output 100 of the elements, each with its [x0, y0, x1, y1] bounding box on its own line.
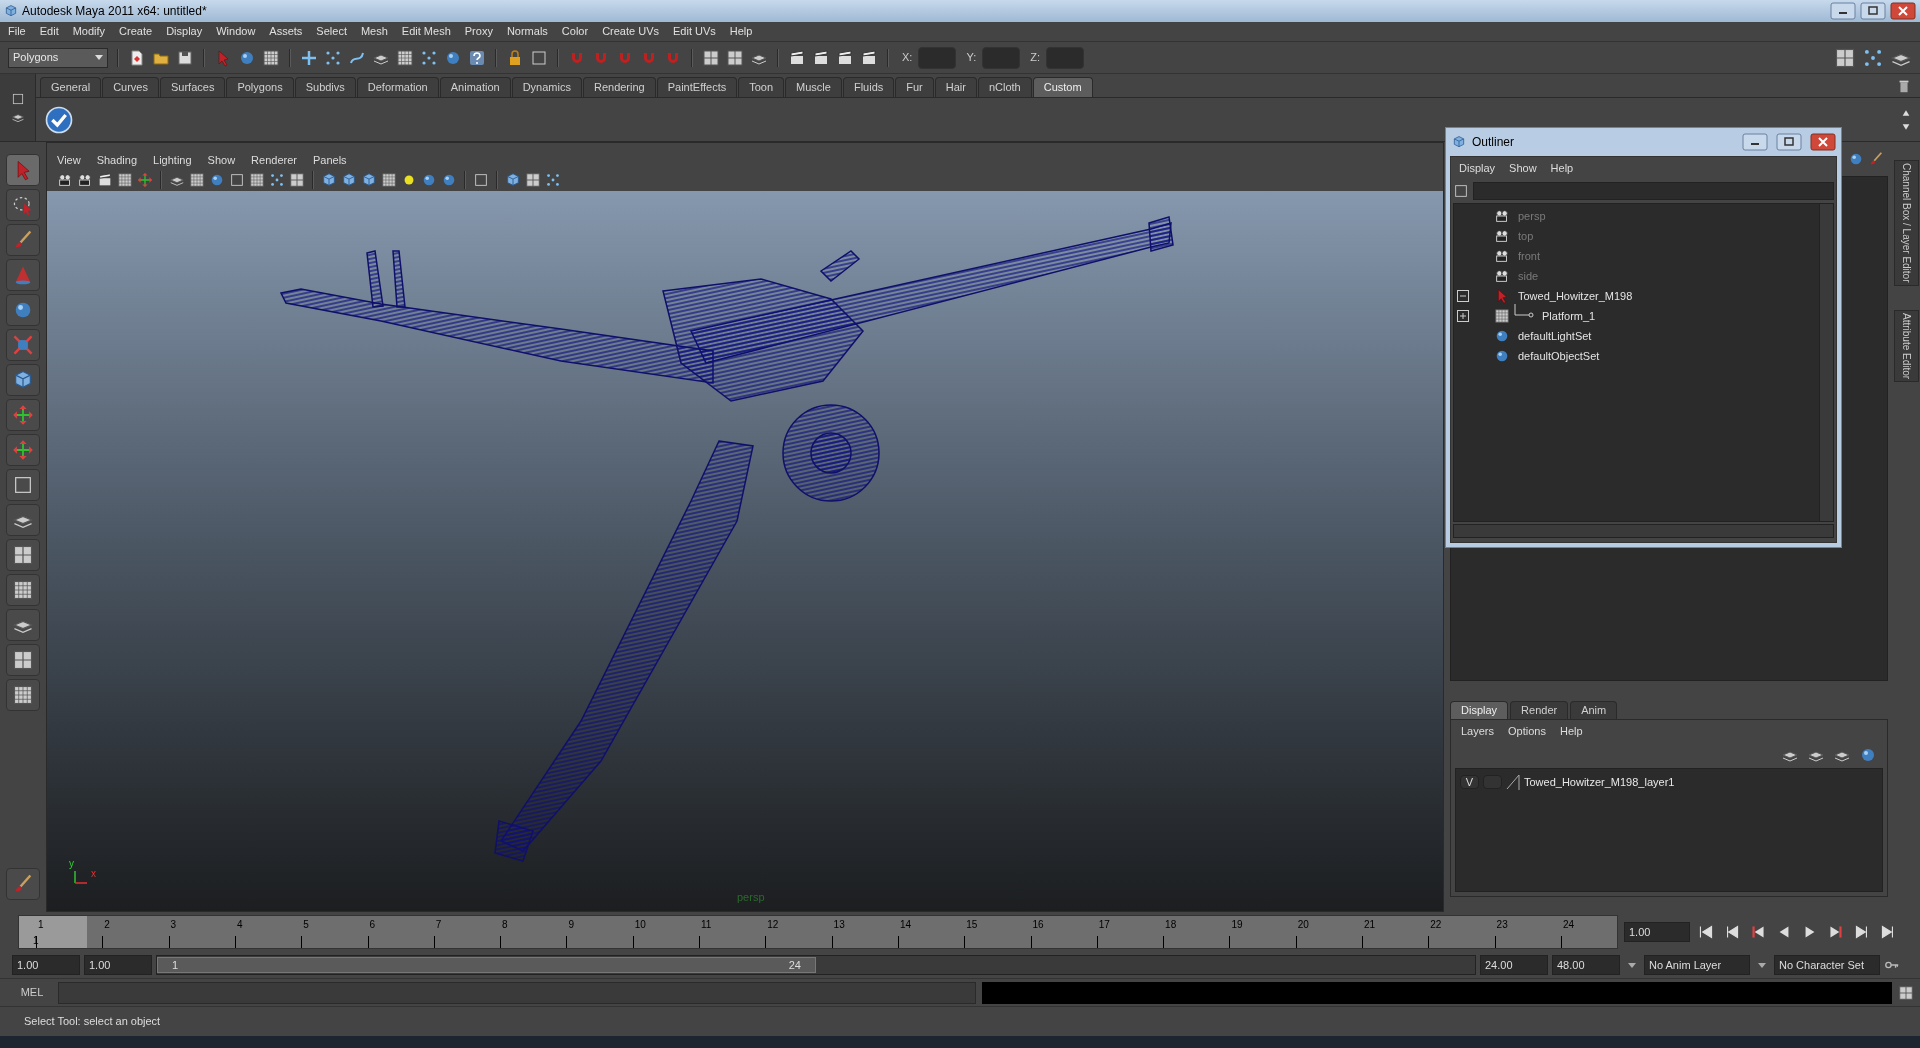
- grid-icon[interactable]: [381, 172, 397, 188]
- camera-icon[interactable]: [57, 172, 73, 188]
- minimize-icon[interactable]: [1741, 133, 1769, 151]
- panel-menu-item[interactable]: Shading: [96, 151, 138, 169]
- shelf-tab[interactable]: PaintEffects: [656, 77, 738, 97]
- menu-item[interactable]: File: [8, 23, 26, 40]
- shelf-tab[interactable]: Muscle: [785, 77, 842, 97]
- shelf-tab[interactable]: Subdivs: [294, 77, 356, 97]
- end-time-field[interactable]: 48.00: [1552, 955, 1620, 975]
- coordinate-field[interactable]: [1046, 46, 1084, 69]
- cube-icon[interactable]: [341, 172, 357, 188]
- tool-button[interactable]: [6, 399, 40, 431]
- menu-item[interactable]: Display: [166, 23, 203, 40]
- cube-icon[interactable]: [361, 172, 377, 188]
- panes-icon[interactable]: [525, 172, 541, 188]
- horizontal-scrollbar[interactable]: [1453, 524, 1834, 538]
- move-icon[interactable]: [137, 172, 153, 188]
- menu-item[interactable]: Color: [561, 23, 589, 40]
- dropdown-arrow-icon[interactable]: [1628, 962, 1636, 968]
- filter-field[interactable]: [1473, 182, 1834, 200]
- 3d-viewport[interactable]: y x persp: [47, 191, 1443, 911]
- shelf-tab[interactable]: Fluids: [842, 77, 895, 97]
- clapboard-icon[interactable]: [836, 48, 854, 67]
- panes-icon[interactable]: [289, 172, 305, 188]
- cube-icon[interactable]: [505, 172, 521, 188]
- grid-icon[interactable]: [189, 172, 205, 188]
- menu-item[interactable]: Create UVs: [602, 23, 659, 40]
- menu-item[interactable]: Help: [729, 23, 753, 40]
- shelf-tab[interactable]: Animation: [439, 77, 511, 97]
- menu-item[interactable]: Select: [316, 23, 347, 40]
- four-panes-icon[interactable]: [12, 544, 34, 566]
- empty-tool-slot[interactable]: [12, 474, 34, 496]
- dropdown-arrow-icon[interactable]: [1758, 962, 1766, 968]
- character-set-dropdown[interactable]: No Character Set: [1774, 955, 1880, 975]
- shelf-handle[interactable]: [0, 74, 36, 141]
- command-input-field[interactable]: [58, 981, 976, 1004]
- playback-start-field[interactable]: 1.00: [84, 955, 152, 975]
- camera-icon[interactable]: [1494, 208, 1510, 224]
- panes-icon[interactable]: [12, 649, 34, 671]
- grid-icon[interactable]: [117, 172, 133, 188]
- close-icon[interactable]: [1890, 2, 1916, 20]
- side-tab[interactable]: Attribute Editor: [1893, 309, 1919, 382]
- tool-button[interactable]: [6, 609, 40, 641]
- camera-icon[interactable]: [1494, 228, 1510, 244]
- menu-item[interactable]: Edit Mesh: [401, 23, 451, 40]
- maximize-icon[interactable]: [1775, 133, 1803, 151]
- panel-menu-item[interactable]: View: [57, 151, 81, 169]
- camera-icon[interactable]: [1494, 248, 1510, 264]
- shelf-tab[interactable]: Fur: [895, 77, 934, 97]
- panel-menu-item[interactable]: Renderer: [251, 151, 297, 169]
- layer-editor-tab[interactable]: Anim: [1570, 701, 1618, 719]
- layer-editor-tab[interactable]: Render: [1510, 701, 1569, 719]
- tool-button[interactable]: [6, 434, 40, 466]
- menu-item[interactable]: Display: [1459, 159, 1496, 177]
- vertical-scrollbar[interactable]: [1819, 204, 1833, 521]
- sphere-icon[interactable]: [421, 172, 437, 188]
- panes-icon[interactable]: [12, 684, 34, 706]
- shelf-tab[interactable]: Curves: [102, 77, 159, 97]
- new-scene-icon[interactable]: [128, 48, 146, 67]
- coordinate-field[interactable]: [982, 46, 1021, 69]
- shelf-tab[interactable]: Custom: [1032, 77, 1093, 97]
- select-box-icon[interactable]: [530, 48, 548, 67]
- clapboard-icon[interactable]: [860, 48, 878, 67]
- menu-item[interactable]: Window: [216, 23, 256, 40]
- camera-icon[interactable]: [1494, 268, 1510, 284]
- tool-button[interactable]: [6, 539, 40, 571]
- outliner-item[interactable]: defaultObjectSet: [1518, 347, 1600, 365]
- tool-button[interactable]: [6, 469, 40, 501]
- menu-item[interactable]: Assets: [269, 23, 303, 40]
- menu-item[interactable]: Edit: [39, 23, 59, 40]
- cube-icon[interactable]: [12, 369, 34, 391]
- mesh-icon[interactable]: [1494, 308, 1510, 324]
- collapse-icon[interactable]: [1457, 290, 1469, 302]
- menu-item[interactable]: Help: [1550, 159, 1574, 177]
- dots-icon[interactable]: [269, 172, 285, 188]
- sphere-icon[interactable]: [209, 172, 225, 188]
- camera-icon[interactable]: [77, 172, 93, 188]
- menu-item[interactable]: Proxy: [464, 23, 493, 40]
- clapboard-icon[interactable]: [812, 48, 830, 67]
- move-icon[interactable]: [12, 439, 34, 461]
- current-time-field[interactable]: 1.00: [1624, 922, 1690, 942]
- shelf-tab[interactable]: Rendering: [582, 77, 656, 97]
- close-icon[interactable]: [1809, 133, 1837, 151]
- layer-name[interactable]: Towed_Howitzer_M198_layer1: [1524, 773, 1675, 791]
- shelf-tab[interactable]: Surfaces: [160, 77, 226, 97]
- expand-icon[interactable]: [1457, 310, 1469, 322]
- minimize-icon[interactable]: [1830, 2, 1856, 20]
- mode-dropdown[interactable]: Polygons: [8, 47, 108, 68]
- tool-button[interactable]: [6, 868, 40, 900]
- box-icon[interactable]: [473, 172, 489, 188]
- side-tab[interactable]: Channel Box / Layer Editor: [1893, 160, 1919, 286]
- move-icon[interactable]: [12, 404, 34, 426]
- menu-item[interactable]: Edit UVs: [673, 23, 716, 40]
- shelf-tab[interactable]: Dynamics: [511, 77, 582, 97]
- tool-button[interactable]: [6, 679, 40, 711]
- tool-button[interactable]: [6, 224, 40, 256]
- sphere-icon[interactable]: [441, 172, 457, 188]
- menu-item[interactable]: Help: [1559, 722, 1583, 740]
- playback-end-field[interactable]: 24.00: [1480, 955, 1548, 975]
- box-icon[interactable]: [229, 172, 245, 188]
